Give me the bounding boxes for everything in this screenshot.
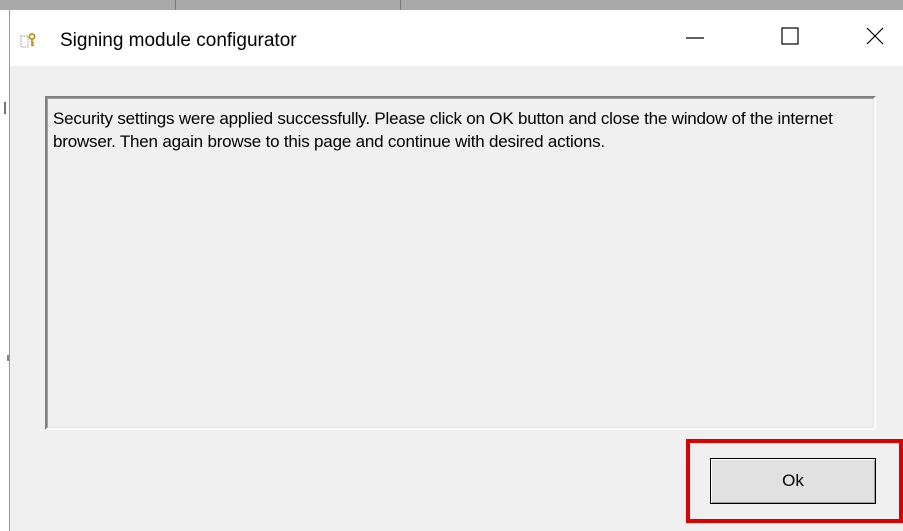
background-separator [175,0,176,10]
message-textbox[interactable]: Security settings were applied successfu… [45,96,876,430]
background-separator [400,0,401,10]
background-mark [7,355,9,361]
ok-button[interactable]: Ok [710,458,876,504]
background-window-left [0,10,10,531]
title-bar[interactable]: Signing module configurator [10,10,903,66]
key-icon [20,32,38,50]
message-textbox-inner: Security settings were applied successfu… [47,98,874,428]
close-icon [865,26,885,51]
minimize-button[interactable] [663,10,727,66]
close-button[interactable] [843,10,903,66]
maximize-button[interactable] [758,10,822,66]
background-mark [4,102,6,114]
window-title: Signing module configurator [60,30,297,51]
minimize-icon [685,26,705,51]
background-window-edge [0,0,903,10]
maximize-icon [780,26,800,51]
message-text: Security settings were applied successfu… [53,109,833,151]
